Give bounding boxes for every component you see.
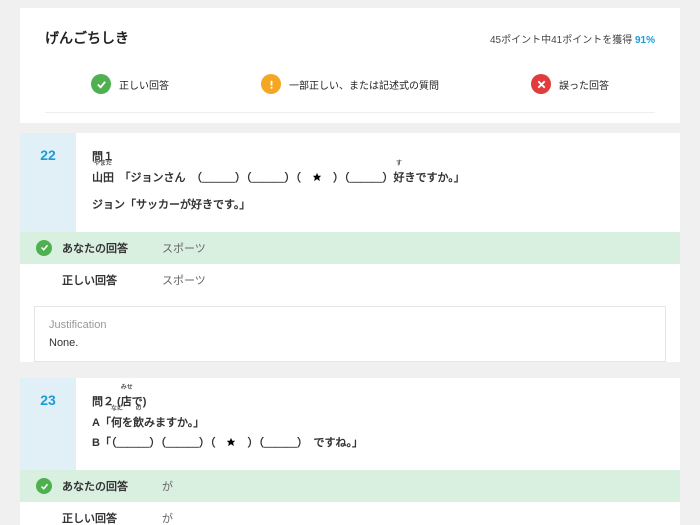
correct-answer-row: 正しい回答 が [20, 502, 680, 525]
exclaim-icon [261, 74, 281, 94]
question-body: 問１ やまだ山田 「ジョンさん （＿＿＿）（＿＿＿）（ ）（＿＿＿）す好きですか… [76, 133, 680, 232]
legend-partial: 一部正しい、または記述式の質問 [261, 74, 439, 94]
your-answer-row: あなたの回答 が [20, 470, 680, 502]
question-23: 23 問２ (みせ店で) A「なに何をの飲みますか。」 B「（＿＿＿）（＿＿＿）… [20, 378, 680, 525]
check-icon [36, 240, 52, 256]
star-icon [312, 172, 322, 182]
question-22: 22 問１ やまだ山田 「ジョンさん （＿＿＿）（＿＿＿）（ ）（＿＿＿）す好き… [20, 133, 680, 362]
page-title: げんごちしき [45, 28, 129, 48]
star-icon [226, 437, 236, 447]
question-number: 23 [20, 378, 76, 471]
justification-box: Justification None. [34, 306, 666, 362]
check-icon [91, 74, 111, 94]
legend-correct: 正しい回答 [91, 74, 169, 94]
score-text: 45ポイント中41ポイントを獲得 91% [490, 31, 655, 46]
legend-wrong: 誤った回答 [531, 74, 609, 94]
your-answer-row: あなたの回答 スポーツ [20, 232, 680, 264]
correct-answer-row: 正しい回答 スポーツ [20, 264, 680, 296]
check-icon [36, 478, 52, 494]
legend: 正しい回答 一部正しい、または記述式の質問 誤った回答 [45, 66, 655, 113]
question-number: 22 [20, 133, 76, 232]
question-body: 問２ (みせ店で) A「なに何をの飲みますか。」 B「（＿＿＿）（＿＿＿）（ ）… [76, 378, 680, 471]
cross-icon [531, 74, 551, 94]
